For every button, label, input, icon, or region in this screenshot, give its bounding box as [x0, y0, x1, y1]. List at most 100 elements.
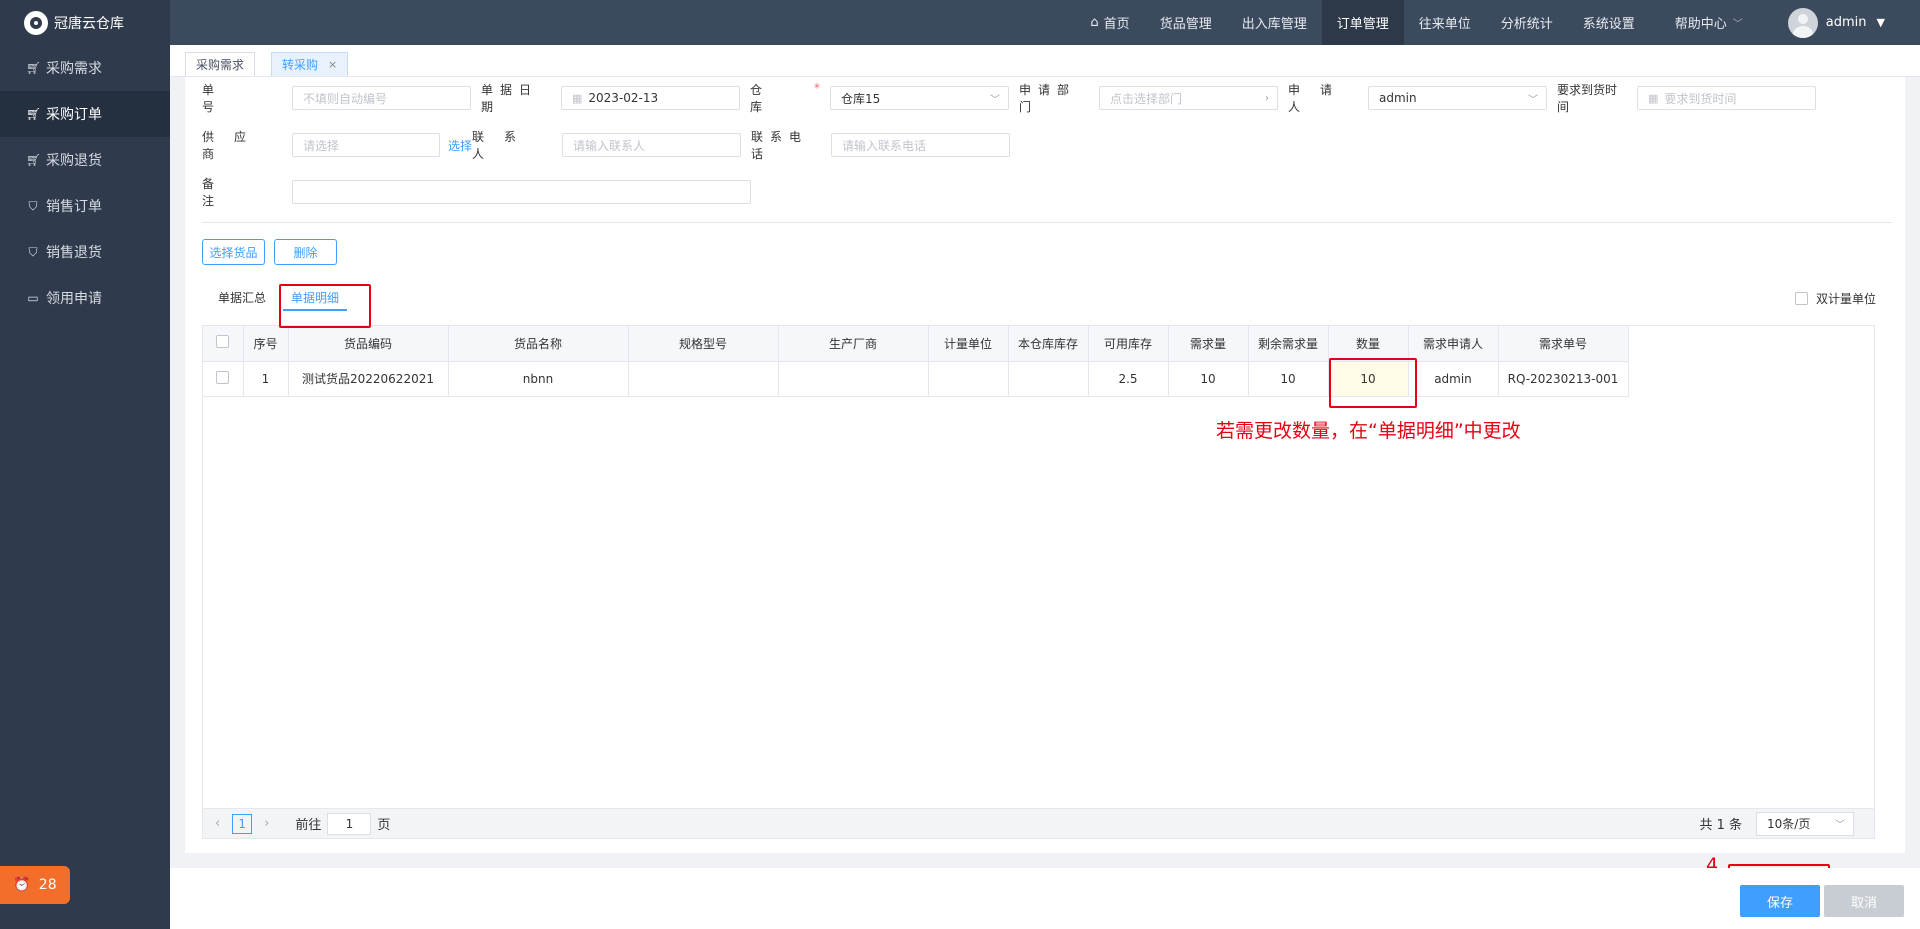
goto-page-input[interactable]: 1 [327, 812, 372, 835]
warehouse-select[interactable]: 仓库15 ﹀ [830, 86, 1009, 110]
select-all-cell[interactable] [203, 326, 244, 362]
placeholder: 请输入联系电话 [842, 138, 927, 153]
placeholder: 要求到货时间 [1664, 91, 1737, 106]
dual-unit-toggle[interactable]: 双计量单位 [1795, 290, 1876, 307]
goto-suffix: 页 [377, 818, 391, 833]
col-header: 本仓库库存 [1008, 326, 1089, 362]
applicant-label: 申请人 [1288, 83, 1353, 114]
cancel-button[interactable]: 取消 [1824, 885, 1904, 917]
topnav-goods[interactable]: 货品管理 [1145, 0, 1227, 45]
topnav-partners[interactable]: 往来单位 [1404, 0, 1486, 45]
cell-spec [628, 361, 779, 397]
row-checkbox[interactable] [216, 370, 230, 384]
page-size-select[interactable]: 10条/页 ﹀ [1756, 811, 1854, 836]
topnav-help[interactable]: 帮助中心 ﹀ [1660, 0, 1758, 45]
col-header: 剩余需求量 [1248, 326, 1329, 362]
form-row-3: 备注 [202, 177, 751, 208]
main-panel: 单号 不填则自动编号 单据日期 ▦ 2023-02-13 仓库 * 仓库15 ﹀… [185, 77, 1905, 853]
row-select-cell[interactable] [203, 361, 244, 397]
cell-unit [928, 361, 1009, 397]
topnav-analytics[interactable]: 分析统计 [1486, 0, 1568, 45]
annotation-highlight-quantity [1329, 358, 1417, 408]
bag-icon: ⛉ [28, 198, 38, 213]
order-date-label: 单据日期 [481, 83, 539, 114]
tab-purchase-demand[interactable]: 采购需求 [185, 52, 256, 76]
next-page-icon[interactable]: › [264, 816, 269, 831]
sidebar-item-label: 销售退货 [46, 245, 102, 261]
required-time-input[interactable]: ▦ 要求到货时间 [1637, 86, 1816, 110]
cell-warehouse-stock [1008, 361, 1089, 397]
remark-input[interactable] [292, 180, 751, 204]
order-no-input[interactable]: 不填则自动编号 [292, 86, 471, 110]
app-logo[interactable]: 冠唐云仓库 [0, 0, 170, 45]
contact-input[interactable]: 请输入联系人 [562, 133, 741, 157]
chevron-down-icon: ﹀ [1528, 94, 1538, 106]
sidebar-item-label: 领用申请 [46, 291, 102, 307]
applicant-select[interactable]: admin ﹀ [1368, 86, 1547, 110]
order-date-input[interactable]: ▦ 2023-02-13 [561, 86, 740, 110]
sidebar-item-purchase-order[interactable]: 🛒︎ 采购订单 [0, 91, 170, 137]
col-header: 货品名称 [448, 326, 629, 362]
chevron-right-icon: › [1265, 92, 1269, 104]
col-header: 货品编码 [288, 326, 449, 362]
prev-page-icon[interactable]: ‹ [215, 816, 220, 831]
dual-unit-checkbox[interactable] [1795, 292, 1808, 305]
cell-available-stock: 2.5 [1088, 361, 1169, 397]
username: admin [1825, 15, 1867, 30]
topnav-label: 帮助中心 [1674, 17, 1727, 32]
col-header: 规格型号 [628, 326, 779, 362]
cell-goods-code: 测试货品20220622021 [288, 361, 449, 397]
notification-count: 28 [38, 877, 57, 893]
tab-label: 转采购 [282, 58, 319, 72]
delete-button[interactable]: 删除 [274, 239, 337, 265]
col-header: 计量单位 [928, 326, 1009, 362]
topnav-inout[interactable]: 出入库管理 [1227, 0, 1322, 45]
footer-bar [170, 868, 1920, 929]
form-row-2: 供应商 请选择 选择 联系人 请输入联系人 联系电话 请输入联系电话 [202, 130, 1010, 161]
col-header: 序号 [243, 326, 289, 362]
caret-down-icon: ▼ [1876, 16, 1885, 29]
page-number-current[interactable]: 1 [232, 813, 253, 834]
save-button[interactable]: 保存 [1740, 885, 1820, 917]
total-count: 共 1 条 [1699, 818, 1742, 833]
logo-icon [24, 10, 48, 35]
topnav-orders[interactable]: 订单管理 [1321, 0, 1404, 45]
sidebar-item-purchase-return[interactable]: 🛒︎ 采购退货 [0, 137, 170, 183]
col-header: 可用库存 [1088, 326, 1169, 362]
sidebar-item-requisition[interactable]: ▭ 领用申请 [0, 275, 170, 321]
cell-goods-name: nbnn [448, 361, 629, 397]
select-goods-button[interactable]: 选择货品 [202, 239, 265, 265]
tab-to-purchase[interactable]: 转采购 × [271, 52, 349, 76]
sidebar: 冠唐云仓库 🛒︎ 采购需求 🛒︎ 采购订单 🛒︎ 采购退货 ⛉ 销售订单 ⛉ 销… [0, 0, 170, 929]
calendar-icon: ▦ [572, 91, 583, 105]
select-all-checkbox[interactable] [216, 335, 230, 349]
sidebar-item-label: 采购订单 [46, 107, 102, 123]
placeholder: 请选择 [303, 138, 340, 153]
department-picker[interactable]: 点击选择部门 › [1099, 86, 1278, 110]
user-menu[interactable]: admin ▼ [1758, 0, 1920, 45]
goto-prefix: 前往 [295, 818, 322, 833]
sidebar-item-sales-order[interactable]: ⛉ 销售订单 [0, 183, 170, 229]
tab-label: 采购需求 [196, 58, 245, 72]
box-icon: ▭ [27, 291, 39, 305]
topnav-home[interactable]: ⌂ 首页 [1075, 0, 1144, 45]
top-header: ⌂ 首页 货品管理 出入库管理 订单管理 往来单位 分析统计 系统设置 帮助中心… [170, 0, 1920, 45]
col-header: 需求单号 [1498, 326, 1629, 362]
sidebar-item-label: 采购退货 [46, 153, 102, 169]
close-icon[interactable]: × [328, 58, 337, 71]
page-size-value: 10条/页 [1767, 817, 1811, 831]
detail-table: 序号 货品编码 货品名称 规格型号 生产厂商 计量单位 本仓库库存 可用库存 需… [202, 325, 1875, 809]
order-no-label: 单号 [202, 83, 261, 114]
topnav-settings[interactable]: 系统设置 [1568, 0, 1650, 45]
alarm-icon: ⏰ [13, 877, 31, 893]
tab-summary[interactable]: 单据汇总 [218, 289, 266, 311]
pagination: ‹ 1 › 前往 1 页 共 1 条 10条/页 ﹀ [202, 809, 1875, 839]
sidebar-item-sales-return[interactable]: ⛉ 销售退货 [0, 229, 170, 275]
supplier-select-link[interactable]: 选择 [448, 137, 472, 154]
phone-input[interactable]: 请输入联系电话 [831, 133, 1010, 157]
notification-badge[interactable]: ⏰ 28 [0, 866, 70, 904]
supplier-input[interactable]: 请选择 [292, 133, 440, 157]
cart-icon: 🛒︎ [26, 61, 42, 75]
sidebar-item-purchase-demand[interactable]: 🛒︎ 采购需求 [0, 45, 170, 91]
cell-demand: 10 [1168, 361, 1249, 397]
